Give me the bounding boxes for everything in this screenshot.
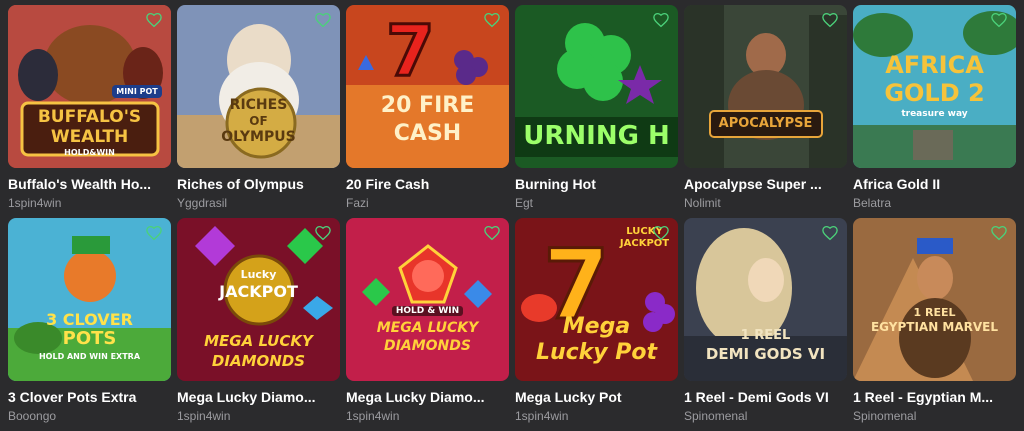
game-thumbnail[interactable]: 7 20 FIRE CASH — [346, 5, 509, 168]
game-card[interactable]: 1 REEL EGYPTIAN MARVEL 1 Reel - Egyptian… — [853, 218, 1016, 431]
favorite-heart-icon[interactable] — [990, 224, 1008, 242]
game-thumbnail[interactable]: RICHES OF OLYMPUS — [177, 5, 340, 168]
game-logo-line: DIAMONDS — [384, 338, 471, 354]
game-title[interactable]: Mega Lucky Pot — [515, 389, 678, 406]
game-provider: Fazi — [346, 196, 369, 210]
game-logo-line: MEGA LUCKY — [204, 332, 313, 350]
game-title[interactable]: 1 Reel - Demi Gods VI — [684, 389, 847, 406]
game-title[interactable]: Buffalo's Wealth Ho... — [8, 176, 171, 193]
game-provider: Belatra — [853, 196, 892, 210]
game-logo-line: GOLD 2 — [884, 79, 985, 107]
game-title[interactable]: 3 Clover Pots Extra — [8, 389, 171, 406]
game-logo-line: AFRICA — [885, 51, 984, 79]
games-grid: MINI POT BUFFALO'S WEALTH HOLD&WIN Buffa… — [8, 5, 1016, 431]
game-logo-line: MINI POT — [112, 85, 162, 98]
game-provider: Booongo — [8, 409, 57, 423]
favorite-heart-icon[interactable] — [145, 224, 163, 242]
game-artwork — [346, 218, 509, 381]
game-card[interactable]: Lucky JACKPOT MEGA LUCKY DIAMONDS Mega L… — [177, 218, 340, 431]
game-logo-line: 3 CLOVER — [46, 310, 133, 329]
game-card[interactable]: MINI POT BUFFALO'S WEALTH HOLD&WIN Buffa… — [8, 5, 171, 218]
game-provider: Egt — [515, 196, 534, 210]
game-logo-line: treasure way — [901, 109, 968, 119]
favorite-heart-icon[interactable] — [821, 224, 839, 242]
game-provider: 1spin4win — [177, 409, 231, 423]
game-thumbnail[interactable]: APOCALYPSE — [684, 5, 847, 168]
game-logo-line: URNING H — [523, 121, 670, 151]
svg-text:7: 7 — [386, 10, 435, 92]
favorite-heart-icon[interactable] — [314, 224, 332, 242]
game-title[interactable]: Burning Hot — [515, 176, 678, 193]
game-title[interactable]: Mega Lucky Diamo... — [346, 389, 509, 406]
game-provider: Nolimit — [684, 196, 721, 210]
game-logo-line: CASH — [393, 121, 462, 146]
game-card[interactable]: URNING H Burning Hot Egt — [515, 5, 678, 218]
game-card[interactable]: RICHES OF OLYMPUS Riches of Olympus Yggd… — [177, 5, 340, 218]
game-thumbnail[interactable]: 1 REEL EGYPTIAN MARVEL — [853, 218, 1016, 381]
game-provider: 1spin4win — [8, 196, 62, 210]
game-provider: Spinomenal — [684, 409, 748, 423]
favorite-heart-icon[interactable] — [314, 11, 332, 29]
game-provider: 1spin4win — [346, 409, 400, 423]
game-artwork — [684, 5, 847, 168]
game-thumbnail[interactable]: 3 CLOVER POTS HOLD AND WIN EXTRA — [8, 218, 171, 381]
game-logo-line: 20 FIRE — [380, 93, 475, 118]
game-logo-line: POTS — [62, 328, 117, 349]
favorite-heart-icon[interactable] — [145, 11, 163, 29]
game-thumbnail[interactable]: Lucky JACKPOT MEGA LUCKY DIAMONDS — [177, 218, 340, 381]
game-thumbnail[interactable]: 7 LUCKY JACKPOT Mega Lucky Pot — [515, 218, 678, 381]
favorite-heart-icon[interactable] — [483, 11, 501, 29]
game-logo-line: WEALTH — [50, 127, 129, 147]
game-logo-line: DEMI GODS VI — [705, 345, 826, 363]
game-card[interactable]: AFRICA GOLD 2 treasure way Africa Gold I… — [853, 5, 1016, 218]
game-provider: Spinomenal — [853, 409, 917, 423]
game-logo-line: MEGA LUCKY — [376, 320, 479, 336]
game-logo-line: Lucky — [240, 268, 277, 281]
game-logo-line: RICHES — [229, 97, 288, 113]
favorite-heart-icon[interactable] — [821, 11, 839, 29]
game-title[interactable]: 20 Fire Cash — [346, 176, 509, 193]
game-title[interactable]: Riches of Olympus — [177, 176, 340, 193]
game-logo-line: EGYPTIAN MARVEL — [870, 320, 999, 334]
game-logo-line: Mega — [562, 314, 631, 339]
game-title[interactable]: Apocalypse Super ... — [684, 176, 847, 193]
favorite-heart-icon[interactable] — [652, 11, 670, 29]
game-title[interactable]: 1 Reel - Egyptian M... — [853, 389, 1016, 406]
game-logo-line: JACKPOT — [219, 282, 298, 301]
game-card[interactable]: 3 CLOVER POTS HOLD AND WIN EXTRA 3 Clove… — [8, 218, 171, 431]
game-logo-line: OLYMPUS — [221, 129, 296, 145]
game-provider: Yggdrasil — [177, 196, 228, 210]
game-provider: 1spin4win — [515, 409, 569, 423]
game-logo-line: DIAMONDS — [211, 352, 306, 370]
game-card[interactable]: HOLD & WIN MEGA LUCKY DIAMONDS Mega Luck… — [346, 218, 509, 431]
game-logo-line: HOLD & WIN — [392, 306, 463, 316]
game-thumbnail[interactable]: MINI POT BUFFALO'S WEALTH HOLD&WIN — [8, 5, 171, 168]
game-card[interactable]: 7 LUCKY JACKPOT Mega Lucky Pot Mega Luck… — [515, 218, 678, 431]
game-logo-line: APOCALYPSE — [718, 116, 813, 131]
game-logo-line: HOLD&WIN — [64, 148, 115, 157]
game-logo-line: OF — [249, 114, 268, 128]
favorite-heart-icon[interactable] — [652, 224, 670, 242]
game-logo-line: 1 REEL — [740, 328, 791, 343]
game-thumbnail[interactable]: HOLD & WIN MEGA LUCKY DIAMONDS — [346, 218, 509, 381]
game-thumbnail[interactable]: URNING H — [515, 5, 678, 168]
game-title[interactable]: Mega Lucky Diamo... — [177, 389, 340, 406]
game-thumbnail[interactable]: 1 REEL DEMI GODS VI — [684, 218, 847, 381]
game-card[interactable]: 1 REEL DEMI GODS VI 1 Reel - Demi Gods V… — [684, 218, 847, 431]
game-logo-line: 1 REEL — [913, 306, 956, 319]
game-thumbnail[interactable]: AFRICA GOLD 2 treasure way — [853, 5, 1016, 168]
game-title[interactable]: Africa Gold II — [853, 176, 1016, 193]
game-logo-line: Lucky Pot — [535, 340, 658, 365]
game-logo-line: HOLD AND WIN EXTRA — [38, 352, 141, 361]
game-card[interactable]: 7 20 FIRE CASH 20 Fire Cash Fazi — [346, 5, 509, 218]
game-logo-line: BUFFALO'S — [37, 107, 142, 127]
game-card[interactable]: APOCALYPSE Apocalypse Super ... Nolimit — [684, 5, 847, 218]
favorite-heart-icon[interactable] — [483, 224, 501, 242]
favorite-heart-icon[interactable] — [990, 11, 1008, 29]
game-artwork — [853, 218, 1016, 381]
